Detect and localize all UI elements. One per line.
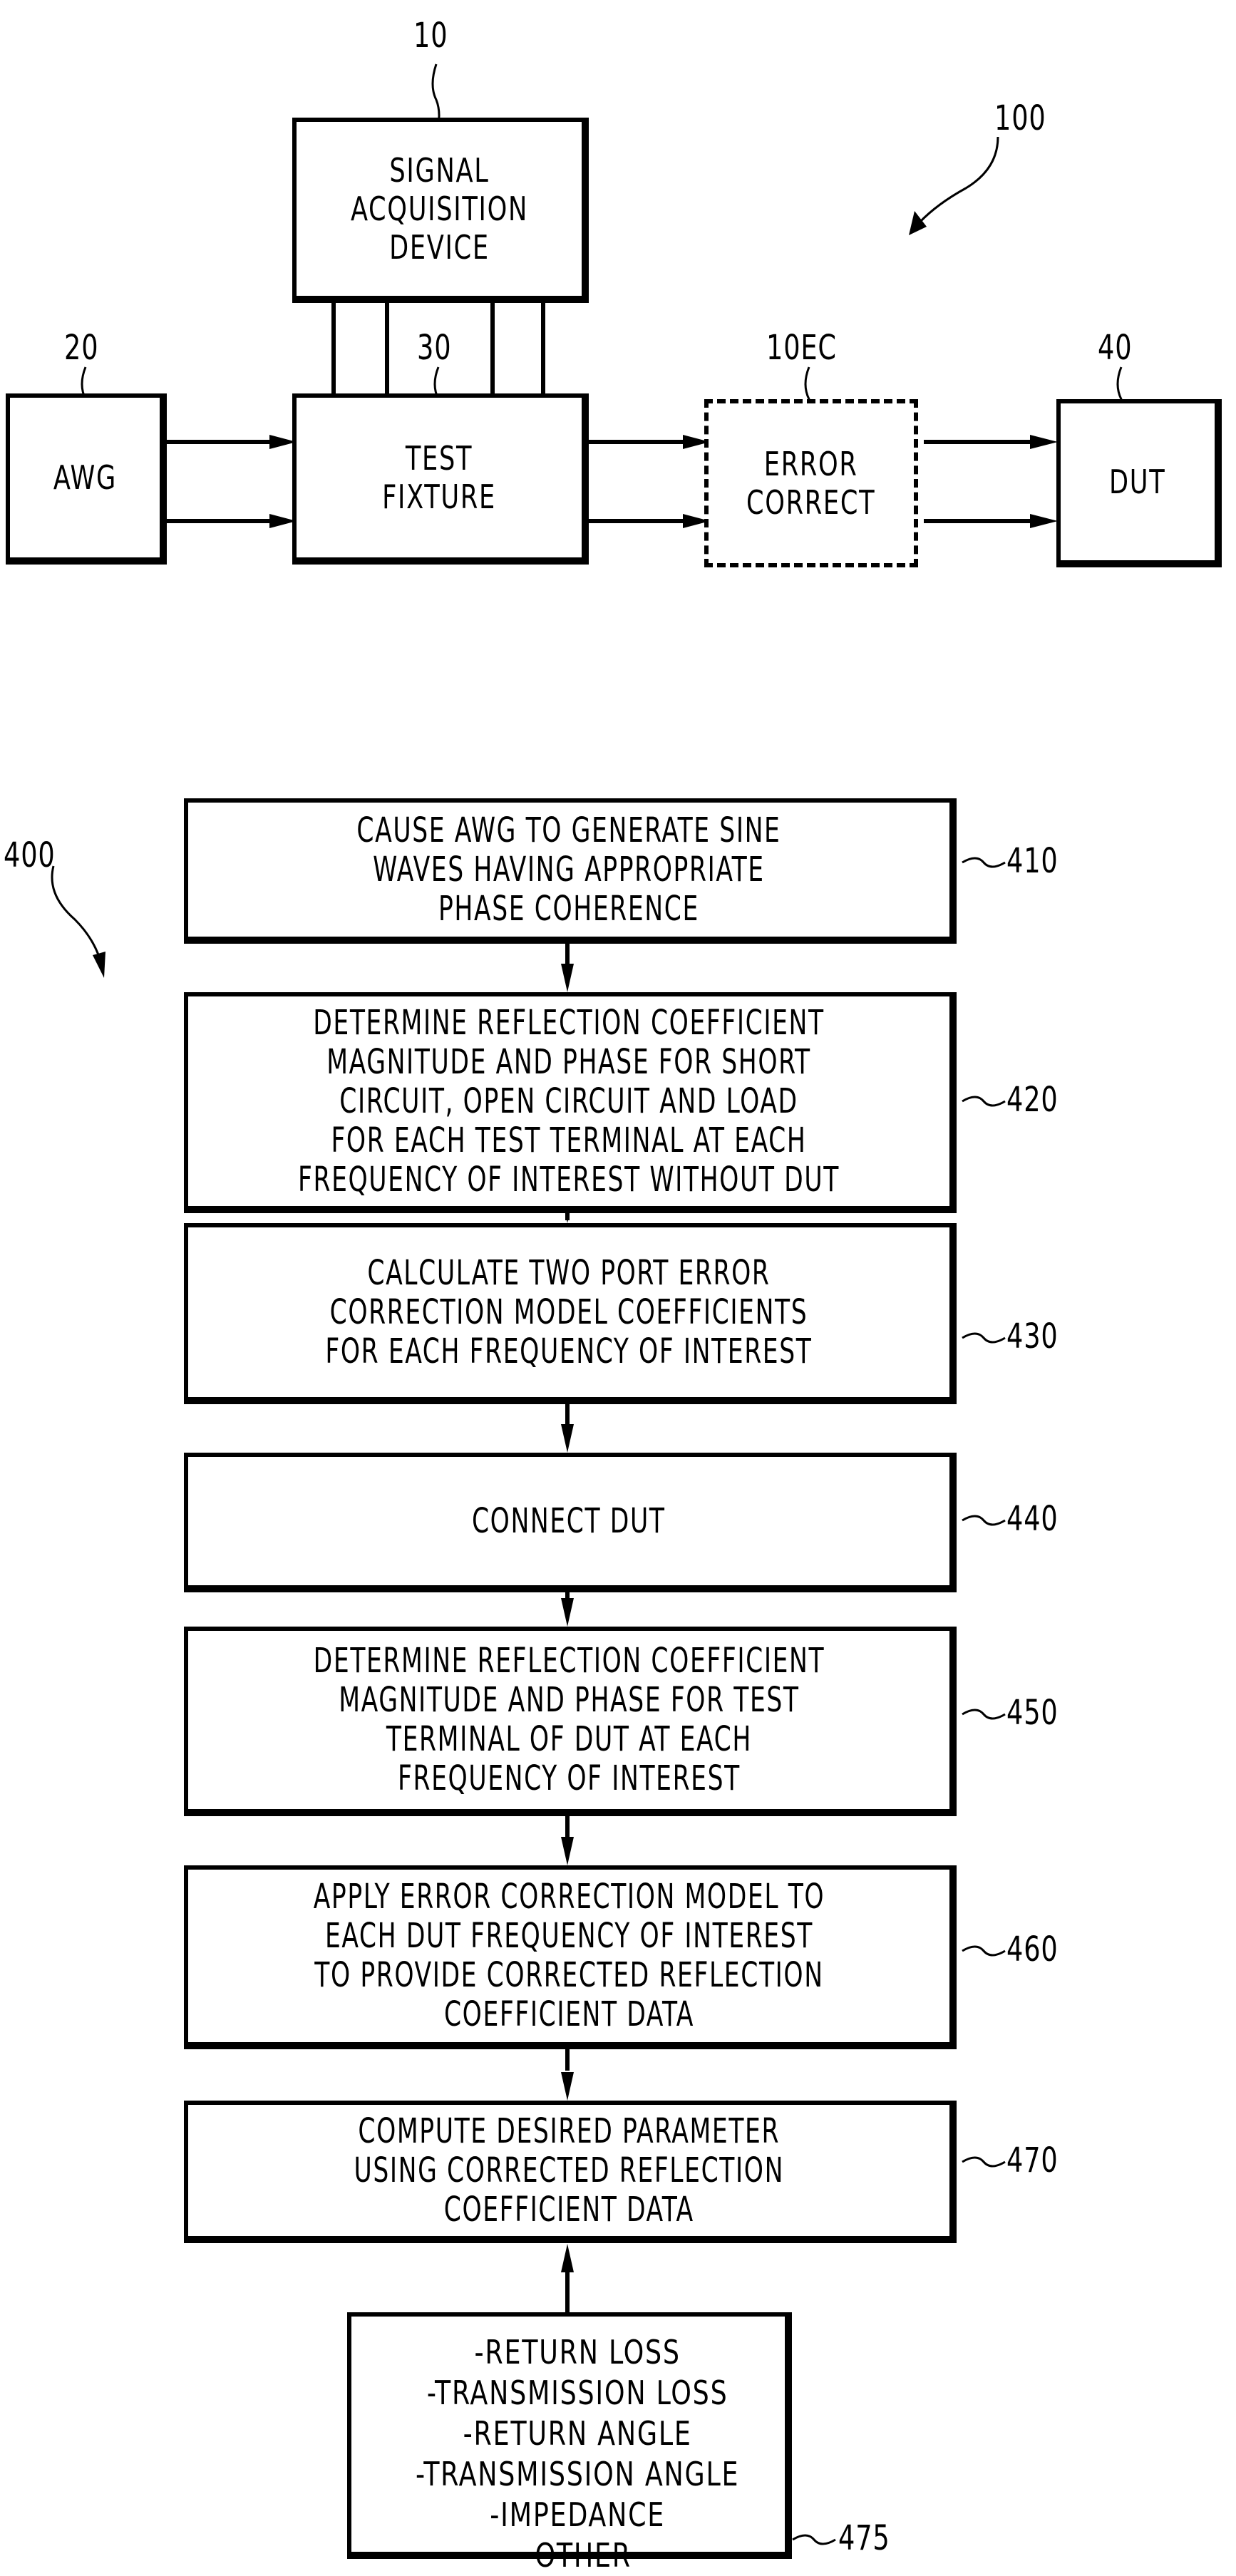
error-correct-label: ERROR CORRECT [746, 445, 876, 522]
leader-460 [962, 1945, 1006, 1957]
arrowhead [93, 952, 105, 978]
leader-440 [962, 1515, 1006, 1526]
leader-475 [792, 2534, 836, 2545]
parameter-item: -TRANSMISSION ANGLE [416, 2455, 740, 2493]
parameter-item: -RETURN ANGLE [463, 2414, 692, 2453]
test-fixture-block: TEST FIXTURE [292, 393, 589, 565]
step-470-ref: 470 [1006, 2140, 1059, 2180]
dut-label: DUT [1109, 463, 1166, 501]
awg-label: AWG [53, 458, 117, 497]
leader-100-arrow [918, 136, 999, 224]
awg-block: AWG [6, 393, 167, 565]
step-410-text: CAUSE AWG TO GENERATE SINE WAVES HAVING … [356, 810, 781, 929]
test-fixture-label: TEST FIXTURE [382, 439, 496, 516]
step-450-text: DETERMINE REFLECTION COEFFICIENT MAGNITU… [313, 1641, 825, 1798]
step-430-box: CALCULATE TWO PORT ERROR CORRECTION MODE… [184, 1223, 957, 1404]
figure-ref-400: 400 [4, 835, 56, 875]
arrowhead [561, 2072, 574, 2101]
leader-420 [962, 1096, 1006, 1107]
arrowhead [1030, 435, 1058, 449]
arrowhead [561, 1424, 574, 1453]
leader-430 [962, 1332, 1006, 1344]
step-470-text: COMPUTE DESIRED PARAMETER USING CORRECTE… [354, 2111, 784, 2230]
arrowhead [909, 211, 927, 235]
step-440-box: CONNECT DUT [184, 1453, 957, 1592]
ref-label-10ec: 10EC [766, 328, 837, 368]
step-460-ref: 460 [1006, 1930, 1059, 1969]
step-410-ref: 410 [1006, 841, 1059, 881]
arrowhead [561, 1598, 574, 1627]
parameter-item: -OTHER [523, 2536, 632, 2575]
arrowhead [1030, 514, 1058, 528]
step-460-text: APPLY ERROR CORRECTION MODEL TO EACH DUT… [313, 1877, 825, 2034]
leader-400-arrow [51, 865, 101, 959]
step-440-ref: 440 [1006, 1499, 1059, 1539]
arrowhead [561, 964, 574, 992]
parameter-item: -IMPEDANCE [490, 2495, 666, 2534]
ref-label-30: 30 [417, 328, 452, 368]
parameter-item: -RETURN LOSS [474, 2333, 681, 2371]
step-430-ref: 430 [1006, 1317, 1059, 1356]
parameter-item: -TRANSMISSION LOSS [426, 2374, 728, 2412]
step-420-box: DETERMINE REFLECTION COEFFICIENT MAGNITU… [184, 992, 957, 1213]
step-450-box: DETERMINE REFLECTION COEFFICIENT MAGNITU… [184, 1627, 957, 1816]
parameters-box-475: -RETURN LOSS -TRANSMISSION LOSS -RETURN … [347, 2312, 792, 2575]
arrowhead [561, 1837, 574, 1865]
figure-ref-100: 100 [994, 98, 1046, 138]
step-430-text: CALCULATE TWO PORT ERROR CORRECTION MODE… [325, 1252, 813, 1371]
ref-label-40: 40 [1098, 328, 1133, 368]
leader-410 [962, 857, 1006, 868]
step-460-box: APPLY ERROR CORRECTION MODEL TO EACH DUT… [184, 1865, 957, 2049]
leader-470 [962, 2156, 1006, 2168]
parameters-ref-475: 475 [838, 2518, 890, 2558]
ref-label-20: 20 [64, 328, 99, 368]
step-420-text: DETERMINE REFLECTION COEFFICIENT MAGNITU… [298, 1002, 840, 1200]
step-450-ref: 450 [1006, 1693, 1059, 1733]
leader-450 [962, 1709, 1006, 1720]
dut-block: DUT [1056, 399, 1222, 567]
signal-acquisition-device-block: SIGNAL ACQUISITION DEVICE [292, 118, 589, 303]
error-correct-block: ERROR CORRECT [704, 399, 918, 567]
signal-acquisition-device-label: SIGNAL ACQUISITION DEVICE [350, 151, 528, 267]
arrowhead [561, 2244, 574, 2272]
step-420-ref: 420 [1006, 1080, 1059, 1120]
step-440-text: CONNECT DUT [472, 1500, 666, 1541]
step-470-box: COMPUTE DESIRED PARAMETER USING CORRECTE… [184, 2101, 957, 2243]
ref-label-10: 10 [413, 16, 448, 56]
parameter-list: -RETURN LOSS -TRANSMISSION LOSS -RETURN … [416, 2332, 783, 2576]
step-410-box: CAUSE AWG TO GENERATE SINE WAVES HAVING … [184, 798, 957, 944]
